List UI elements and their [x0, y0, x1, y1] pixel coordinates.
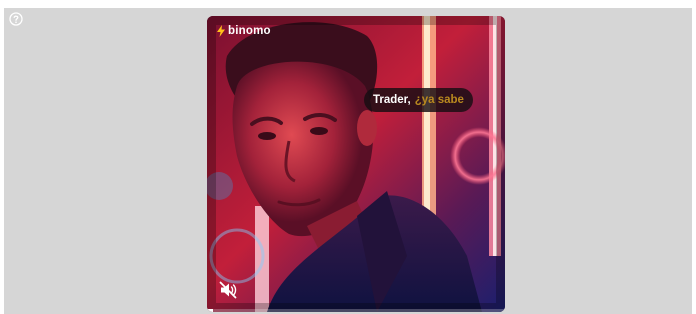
speaker-muted-icon: [219, 281, 237, 299]
caption-bubble: Trader, ¿ya sabe: [364, 88, 473, 112]
mute-button[interactable]: [218, 280, 238, 300]
page-background: binomo Trader, ¿ya sabe: [4, 8, 692, 314]
video-progress-fill: [207, 309, 213, 312]
help-icon[interactable]: [9, 12, 23, 26]
caption-highlight-text: ¿ya sabe: [414, 94, 464, 106]
video-progress-bar[interactable]: [207, 309, 505, 312]
binomo-logo: binomo: [217, 25, 271, 37]
lightning-bolt-icon: [217, 25, 225, 37]
brand-name: binomo: [228, 25, 271, 37]
video-ad[interactable]: binomo Trader, ¿ya sabe: [207, 16, 505, 312]
caption-text: Trader,: [373, 94, 411, 106]
video-frame-image: [207, 16, 505, 312]
